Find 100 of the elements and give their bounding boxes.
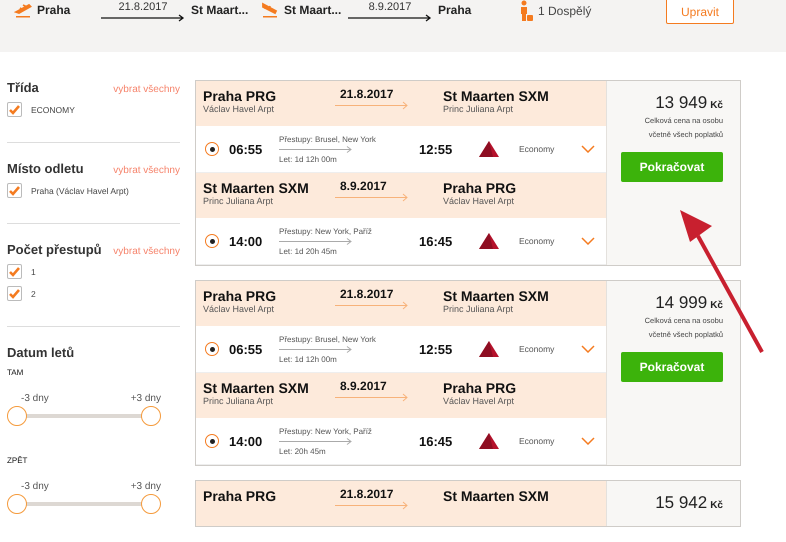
arrow-icon — [335, 301, 409, 310]
date-range-slider[interactable] — [7, 406, 161, 426]
checkbox[interactable] — [7, 264, 22, 279]
origin-city: St Maart... — [284, 3, 342, 17]
origin-city: Praha — [37, 3, 72, 17]
filter-title: Třída — [7, 80, 39, 95]
departure-time: 06:55 — [229, 342, 264, 356]
duration-text: Let: 1d 12h 00m — [279, 354, 338, 364]
radio-button[interactable] — [205, 434, 219, 448]
option-label: Praha (Václav Havel Arpt) — [31, 186, 129, 196]
flight-date: 21.8.2017 — [340, 487, 394, 501]
slider-handle[interactable] — [7, 406, 27, 426]
slider-handle[interactable] — [7, 494, 27, 514]
cabin-class: Economy — [519, 344, 556, 354]
arrow-icon — [279, 346, 353, 352]
airline-logo-icon — [479, 233, 499, 249]
departure-time: 06:55 — [229, 142, 264, 156]
airline-logo-icon — [479, 141, 499, 157]
arrow-icon — [101, 14, 185, 22]
stopovers-text: Přestupy: Brusel, New York — [279, 134, 377, 144]
arrow-icon — [335, 393, 409, 402]
slider-handle[interactable] — [141, 494, 161, 514]
airline-logo-icon — [479, 341, 499, 357]
select-all-link[interactable]: vybrat všechny — [113, 84, 180, 95]
destination-airport: St Maarten SXM — [443, 88, 550, 104]
filter-title: Datum letů — [7, 345, 76, 360]
arrival-time: 16:45 — [419, 234, 454, 248]
origin-airport: Praha PRG — [203, 488, 278, 504]
flight-date: 8.9.2017 — [340, 179, 387, 193]
stopovers-text: Přestupy: New York, Paříž — [279, 226, 373, 236]
option-label: ECONOMY — [31, 104, 75, 114]
airline-logo-icon — [479, 433, 499, 449]
arrow-icon — [335, 101, 409, 110]
departure-time: 14:00 — [229, 434, 264, 448]
continue-button[interactable]: Pokračovat — [621, 352, 723, 382]
range-label: TAM — [7, 368, 24, 377]
range-min-label: -3 dny — [21, 393, 49, 404]
destination-city: St Maart... — [191, 3, 250, 17]
stopovers-text: Přestupy: New York, Paříž — [279, 426, 373, 436]
checkbox[interactable] — [7, 102, 22, 117]
passenger-icon — [518, 0, 534, 22]
duration-text: Let: 1d 20h 45m — [279, 246, 338, 256]
origin-airport: St Maarten SXM — [203, 180, 310, 196]
airport-name: Václav Havel Arpt — [203, 104, 276, 114]
duration-text: Let: 20h 45m — [279, 446, 327, 456]
landing-icon — [261, 0, 279, 18]
trip-date: 21.8.2017 — [118, 0, 168, 14]
flight-date: 21.8.2017 — [340, 87, 394, 101]
radio-button[interactable] — [205, 234, 219, 248]
cabin-class: Economy — [519, 144, 556, 154]
date-range-slider[interactable] — [7, 494, 161, 514]
radio-button[interactable] — [205, 342, 219, 356]
range-max-label: +3 dny — [130, 481, 161, 492]
arrival-time: 12:55 — [419, 342, 454, 356]
edit-button[interactable]: Upravit — [666, 0, 734, 24]
option-label: 2 — [31, 288, 36, 298]
chevron-down-icon[interactable] — [581, 237, 595, 245]
cabin-class: Economy — [519, 436, 556, 446]
airport-name: Princ Juliana Arpt — [443, 304, 514, 314]
checkbox[interactable] — [7, 183, 22, 198]
airport-name: Princ Juliana Arpt — [443, 104, 514, 114]
origin-airport: Praha PRG — [203, 288, 278, 304]
range-min-label: -3 dny — [21, 481, 49, 492]
destination-airport: Praha PRG — [443, 180, 518, 196]
airport-name: Václav Havel Arpt — [443, 396, 516, 406]
destination-city: Praha — [438, 3, 472, 17]
option-label: 1 — [31, 266, 36, 276]
airport-name: Princ Juliana Arpt — [203, 196, 274, 206]
radio-button[interactable] — [205, 142, 219, 156]
chevron-down-icon[interactable] — [581, 345, 595, 353]
arrival-time: 16:45 — [419, 434, 454, 448]
select-all-link[interactable]: vybrat všechny — [113, 165, 180, 176]
arrow-icon — [279, 146, 353, 152]
destination-airport: St Maarten SXM — [443, 288, 550, 304]
arrow-icon — [335, 501, 409, 510]
airport-name: Václav Havel Arpt — [443, 196, 516, 206]
airport-name: Václav Havel Arpt — [203, 304, 276, 314]
arrow-icon — [279, 238, 353, 244]
continue-button[interactable]: Pokračovat — [621, 152, 723, 182]
flight-date: 8.9.2017 — [340, 379, 387, 393]
price: 13 949 Kč — [655, 93, 723, 113]
passenger-count: 1 Dospělý — [538, 4, 592, 18]
select-all-link[interactable]: vybrat všechny — [113, 246, 180, 257]
destination-airport: Praha PRG — [443, 380, 518, 396]
departure-time: 14:00 — [229, 234, 264, 248]
origin-airport: St Maarten SXM — [203, 380, 310, 396]
cabin-class: Economy — [519, 236, 556, 246]
checkbox[interactable] — [7, 286, 22, 301]
trip-date: 8.9.2017 — [368, 0, 412, 14]
arrival-time: 12:55 — [419, 142, 454, 156]
slider-handle[interactable] — [141, 406, 161, 426]
filter-title: Místo odletu — [7, 161, 84, 176]
chevron-down-icon[interactable] — [581, 145, 595, 153]
stopovers-text: Přestupy: Brusel, New York — [279, 334, 377, 344]
price: 14 999 Kč — [655, 293, 723, 313]
chevron-down-icon[interactable] — [581, 437, 595, 445]
flight-date: 21.8.2017 — [340, 287, 394, 301]
filter-title: Počet přestupů — [7, 242, 102, 257]
range-max-label: +3 dny — [130, 393, 161, 404]
destination-airport: St Maarten SXM — [443, 488, 550, 504]
